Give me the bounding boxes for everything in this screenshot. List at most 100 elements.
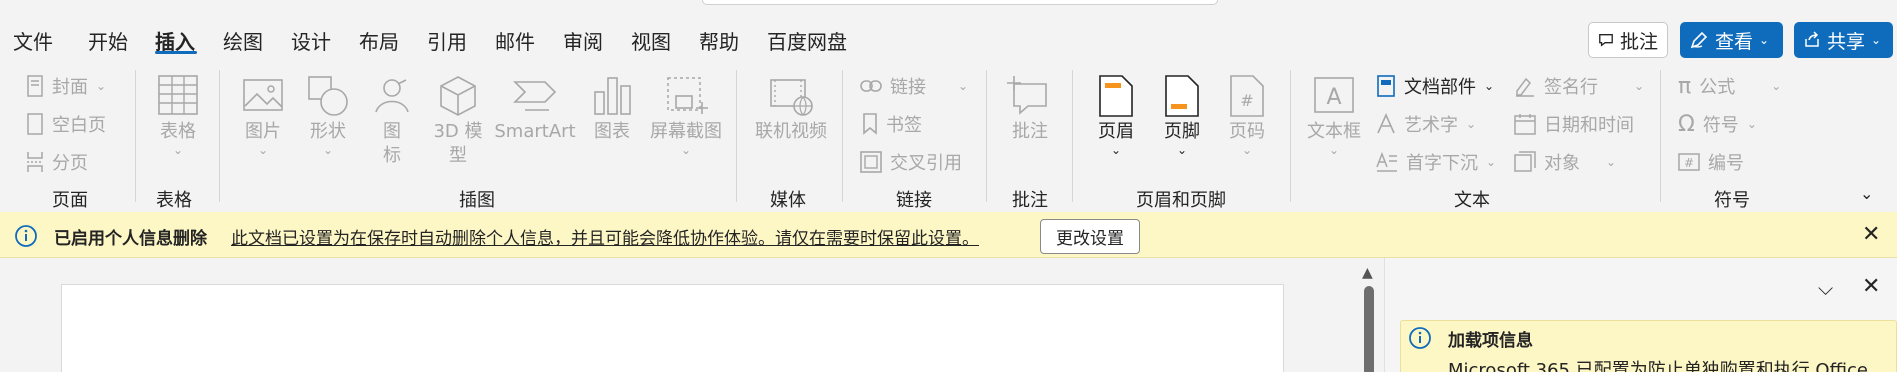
group-separator [842, 70, 843, 202]
page-number-button[interactable]: # 页码 ⌄ [1222, 74, 1272, 156]
numbering-button[interactable]: # 编号 [1678, 147, 1744, 177]
page-break-label: 分页 [52, 153, 88, 174]
text-box-label: 文本框 [1307, 121, 1361, 142]
tab-layout[interactable]: 布局 [359, 26, 399, 55]
signature-line-button[interactable]: 签名行 ⌄ [1514, 71, 1644, 101]
blank-page-button[interactable]: 空白页 [26, 109, 106, 139]
numbering-label: 编号 [1708, 153, 1744, 174]
tab-review[interactable]: 审阅 [563, 26, 603, 55]
vertical-scrollbar-thumb[interactable] [1364, 286, 1374, 372]
3d-models-button[interactable]: 3D 模 型 [428, 74, 488, 168]
blank-page-label: 空白页 [52, 115, 106, 136]
group-label-links: 链接 [896, 190, 932, 211]
smartart-icon [513, 81, 557, 111]
wordart-label: 艺术字 [1404, 115, 1458, 136]
smartart-label: SmartArt [494, 121, 576, 142]
tab-design[interactable]: 设计 [291, 26, 331, 55]
chevron-down-icon: ⌄ [1634, 79, 1645, 93]
footer-button[interactable]: 页脚 ⌄ [1156, 74, 1208, 156]
header-icon [1099, 75, 1133, 117]
scroll-up-arrow-icon[interactable]: ▲ [1362, 265, 1373, 281]
page-break-button[interactable]: 分页 [26, 147, 88, 177]
addin-info-text: Microsoft 365 已配置为防止单独购置和执行 Office [1448, 360, 1868, 372]
wordart-button[interactable]: 艺术字 ⌄ [1376, 109, 1476, 139]
link-button[interactable]: 链接 ⌄ [860, 71, 968, 101]
group-label-pages: 页面 [52, 190, 88, 211]
tab-baidu-netdisk[interactable]: 百度网盘 [767, 26, 847, 55]
chevron-down-icon[interactable]: ⌵ [1818, 276, 1833, 300]
text-box-button[interactable]: A 文本框 ⌄ [1304, 74, 1364, 156]
drop-cap-button[interactable]: 首字下沉 ⌄ [1376, 147, 1496, 177]
table-button[interactable]: 表格 ⌄ [152, 74, 204, 156]
shapes-icon [308, 76, 348, 116]
screenshot-button[interactable]: 屏幕截图 ⌄ [646, 74, 726, 156]
cross-reference-icon [860, 151, 882, 173]
close-icon[interactable]: ✕ [1862, 274, 1880, 299]
tab-mailings[interactable]: 邮件 [495, 26, 535, 55]
document-page[interactable] [61, 284, 1284, 372]
group-separator [1290, 70, 1291, 202]
icons-button[interactable]: 图 标 [368, 74, 416, 168]
tab-file[interactable]: 文件 [13, 26, 53, 55]
table-icon [158, 75, 198, 115]
equation-button[interactable]: π 公式 ⌄ [1678, 71, 1781, 101]
page-number-icon: # [1230, 75, 1264, 117]
ribbon-display-options-icon[interactable]: ⌄ [1860, 184, 1873, 203]
chevron-down-icon: ⌄ [172, 143, 184, 157]
cross-reference-button[interactable]: 交叉引用 [860, 147, 962, 177]
cube-icon [440, 76, 476, 116]
equation-label: 公式 [1699, 77, 1736, 98]
share-button[interactable]: 共享 ⌄ [1794, 22, 1893, 58]
comments-button[interactable]: 批注 [1588, 22, 1668, 58]
search-box-edge[interactable] [702, 0, 1218, 5]
tab-home[interactable]: 开始 [88, 26, 128, 55]
change-settings-button[interactable]: 更改设置 [1040, 219, 1140, 254]
chart-button[interactable]: 图表 [586, 74, 638, 144]
chevron-down-icon: ⌄ [1328, 143, 1340, 157]
online-video-button[interactable]: 联机视频 [750, 74, 832, 144]
group-separator [219, 70, 220, 202]
footer-label: 页脚 [1164, 121, 1200, 142]
view-mode-label: 查看 [1715, 30, 1754, 53]
object-button[interactable]: 对象 ⌄ [1514, 147, 1616, 177]
omega-icon: Ω [1678, 111, 1695, 137]
close-icon[interactable]: ✕ [1862, 222, 1880, 247]
new-comment-icon [1007, 76, 1047, 115]
tab-draw[interactable]: 绘图 [223, 26, 263, 55]
active-tab-indicator [155, 51, 197, 54]
info-bar-message-link[interactable]: 此文档已设置为在保存时自动删除个人信息，并且可能会降低协作体验。请仅在需要时保留… [231, 224, 979, 249]
online-video-label: 联机视频 [755, 121, 827, 142]
header-label: 页眉 [1098, 121, 1134, 142]
icons-icon [375, 79, 409, 113]
number-icon: # [1678, 153, 1700, 171]
date-time-label: 日期和时间 [1544, 115, 1634, 136]
quick-parts-button[interactable]: 文档部件 ⌄ [1376, 71, 1494, 101]
date-time-button[interactable]: 日期和时间 [1514, 109, 1634, 139]
icons-label-1: 图 [383, 121, 401, 142]
page-break-icon [27, 152, 43, 172]
svg-text:#: # [1684, 156, 1694, 170]
new-comment-button[interactable]: 批注 [1004, 74, 1056, 144]
view-mode-button[interactable]: 查看 ⌄ [1680, 22, 1783, 58]
group-label-comments: 批注 [1012, 190, 1048, 211]
group-label-media: 媒体 [770, 190, 806, 211]
header-button[interactable]: 页眉 ⌄ [1090, 74, 1142, 156]
svg-text:#: # [1240, 91, 1253, 110]
tab-view[interactable]: 视图 [631, 26, 671, 55]
tab-help[interactable]: 帮助 [699, 26, 739, 55]
bookmark-button[interactable]: 书签 [862, 109, 922, 139]
tab-references[interactable]: 引用 [427, 26, 467, 55]
group-separator [135, 70, 136, 202]
chevron-down-icon: ⌄ [1110, 143, 1122, 157]
shapes-button[interactable]: 形状 ⌄ [303, 74, 353, 156]
bookmark-icon [863, 113, 877, 135]
bookmark-label: 书签 [886, 115, 922, 136]
chevron-down-icon: ⌄ [1484, 79, 1495, 93]
pictures-button[interactable]: 图片 ⌄ [238, 74, 288, 156]
symbol-button[interactable]: Ω 符号 ⌄ [1678, 109, 1757, 139]
quick-parts-icon [1377, 75, 1395, 97]
chart-label: 图表 [594, 121, 630, 142]
smartart-button[interactable]: SmartArt [494, 74, 576, 144]
chevron-down-icon: ⌄ [680, 143, 692, 157]
cover-page-button[interactable]: 封面 ⌄ [26, 71, 106, 101]
